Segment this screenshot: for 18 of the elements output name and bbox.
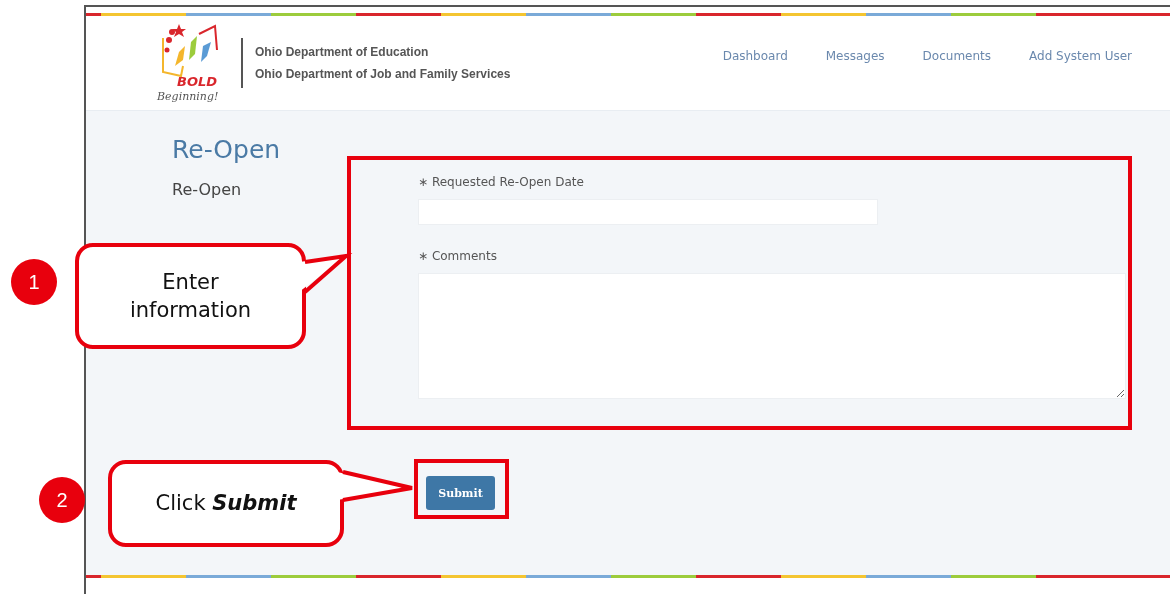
field-label: ∗ Requested Re-Open Date: [418, 175, 584, 189]
field-label: ∗ Comments: [418, 249, 497, 263]
organization-name: Ohio Department of Education: [255, 45, 430, 59]
logo-wordmark: BOLD: [177, 74, 218, 89]
nav-link[interactable]: Dashboard: [722, 49, 788, 63]
submit-button[interactable]: Submit: [426, 476, 495, 510]
comments-field[interactable]: [418, 273, 1126, 399]
callout-bubble: Click Submit: [108, 460, 344, 547]
step-number-badge: 1: [11, 259, 57, 305]
step-number-badge: 2: [39, 477, 85, 523]
logo-tagline: Beginning!: [157, 90, 219, 103]
page-title: Re-Open: [172, 135, 282, 164]
nav-link[interactable]: Documents: [922, 49, 992, 63]
nav-link[interactable]: Add System User: [1029, 49, 1132, 63]
organization-name: Ohio Department of Job and Family Services: [255, 67, 511, 81]
nav-link[interactable]: Messages: [825, 49, 885, 63]
callout-bubble: Enter information: [75, 243, 306, 349]
page-subtitle: Re-Open: [172, 180, 243, 199]
